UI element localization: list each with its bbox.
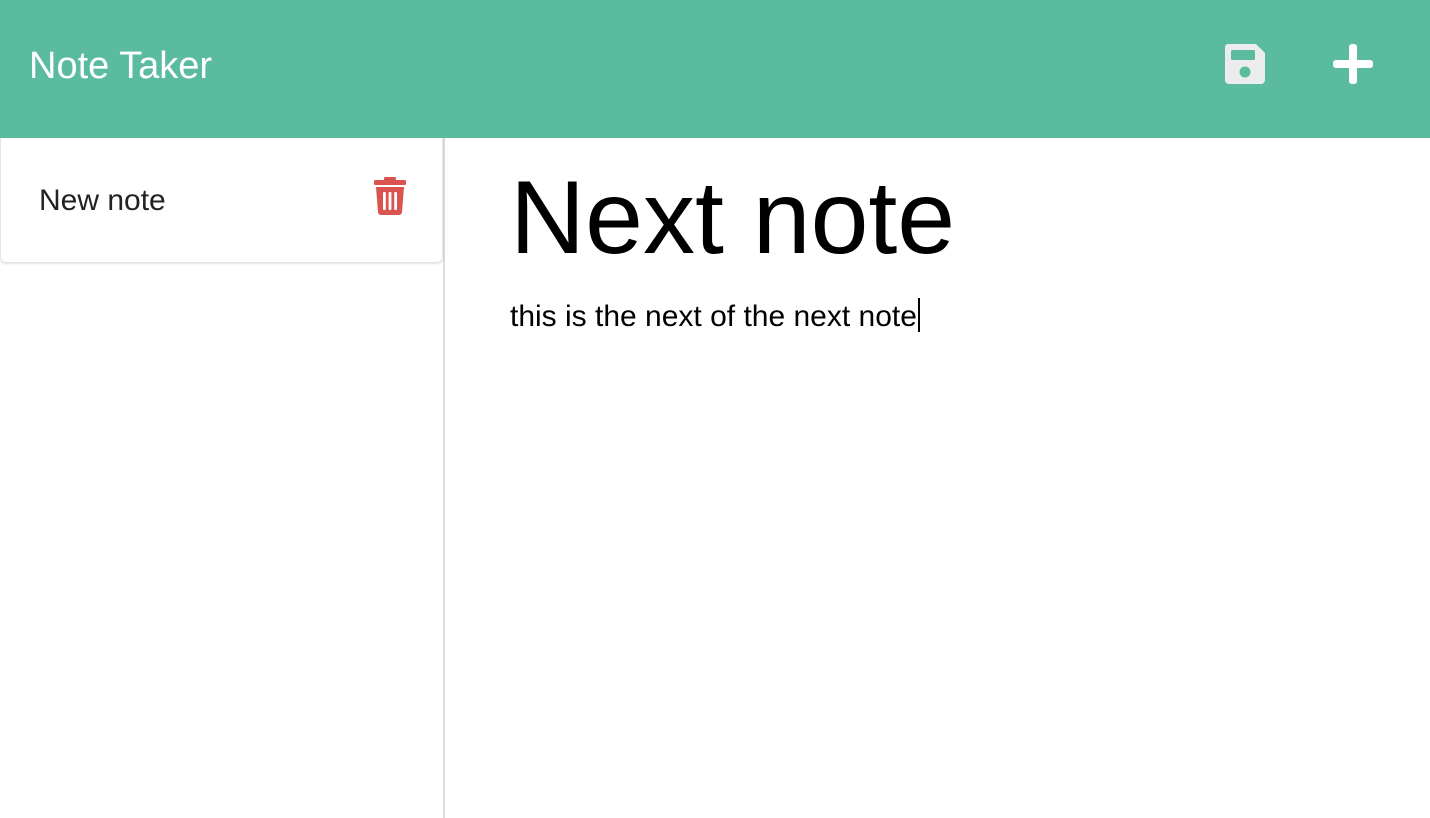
save-note-button[interactable] xyxy=(1221,40,1269,88)
note-text-area[interactable]: this is the next of the next note xyxy=(510,298,920,336)
note-list-item-title[interactable]: New note xyxy=(39,183,166,219)
note-title-input[interactable]: Next note xyxy=(510,162,955,274)
floppy-disk-icon xyxy=(1224,44,1265,84)
navbar: Note Taker xyxy=(0,0,1430,138)
notes-sidebar: New note xyxy=(0,138,445,818)
app-brand[interactable]: Note Taker xyxy=(29,44,212,88)
note-editor: Next note this is the next of the next n… xyxy=(447,138,1430,818)
new-note-button[interactable] xyxy=(1329,40,1377,88)
note-text-content: this is the next of the next note xyxy=(510,300,917,333)
delete-note-button[interactable] xyxy=(373,177,407,215)
plus-icon xyxy=(1333,44,1373,84)
note-list-item[interactable]: New note xyxy=(0,138,443,263)
text-cursor xyxy=(917,298,920,332)
trash-icon xyxy=(374,177,406,215)
